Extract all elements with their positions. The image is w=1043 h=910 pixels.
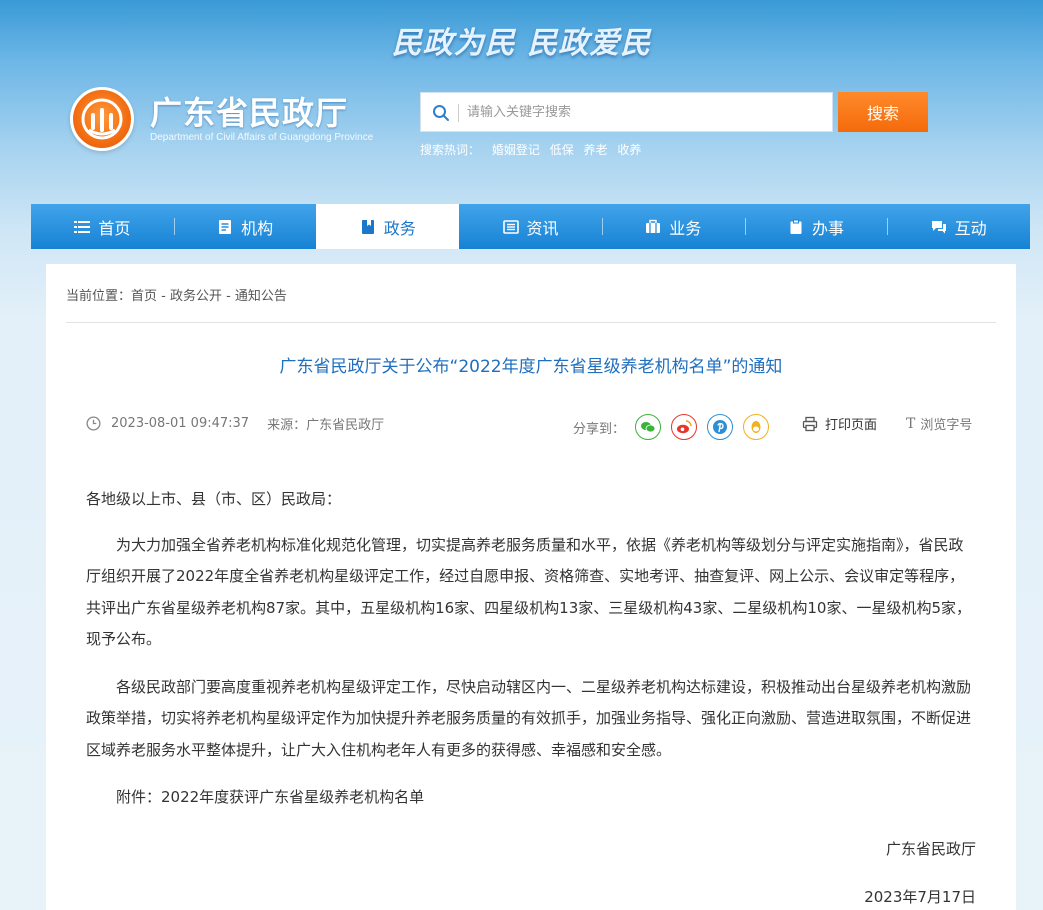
- paragraph: 为大力加强全省养老机构标准化规范化管理，切实提高养老服务质量和水平，依据《养老机…: [86, 535, 971, 649]
- share-label: 分享到：: [573, 421, 626, 437]
- search-icon: [433, 105, 449, 121]
- share-pinterest-button[interactable]: [707, 414, 734, 440]
- divider: [66, 322, 996, 323]
- document-icon: [219, 219, 232, 234]
- signature: 广东省民政厅: [885, 840, 976, 858]
- search-separator: [458, 104, 459, 122]
- breadcrumb[interactable]: 当前位置：首页 - 政务公开 - 通知公告: [66, 285, 287, 304]
- hot-word-adoption[interactable]: 收养: [617, 143, 641, 157]
- article-meta: 2023-08-01 09:47:37 来源：广东省民政厅: [86, 414, 384, 433]
- hot-word-marriage[interactable]: 婚姻登记: [492, 143, 540, 157]
- book-icon: [361, 219, 374, 234]
- share-wechat-button[interactable]: [635, 414, 662, 440]
- pinterest-icon: [713, 420, 728, 434]
- department-logo[interactable]: [70, 87, 134, 151]
- search-box: [420, 92, 833, 132]
- nav-label: 资讯: [526, 218, 559, 238]
- main-nav: 首页 机构 政务 资讯 业务 办事 互动: [31, 204, 1030, 249]
- nav-label: 互动: [954, 218, 987, 238]
- paragraph: 各级民政部门要高度重视养老机构星级评定工作，尽快启动辖区内一、二星级养老机构达标…: [86, 677, 972, 759]
- news-icon: [502, 219, 519, 234]
- article-container: 当前位置：首页 - 政务公开 - 通知公告 广东省民政厅关于公布“2022年度广…: [46, 264, 1016, 910]
- search-input[interactable]: [467, 99, 817, 125]
- hot-word-elderly[interactable]: 养老: [584, 143, 608, 157]
- text-size-icon: T: [906, 415, 916, 432]
- hot-word-dibao[interactable]: 低保: [550, 143, 574, 157]
- attachment-link[interactable]: 附件：2022年度获评广东省星级养老机构名单: [86, 782, 976, 814]
- search-button[interactable]: 搜索: [838, 92, 928, 132]
- qq-icon: [751, 421, 761, 433]
- clock-icon: [86, 416, 101, 431]
- hot-search-label: 搜索热词：: [420, 143, 481, 157]
- nav-label: 首页: [98, 218, 131, 238]
- salutation: 各地级以上市、县（市、区）民政局：: [86, 490, 342, 508]
- nav-item-news[interactable]: 资讯: [459, 204, 602, 249]
- nav-item-organization[interactable]: 机构: [173, 204, 317, 249]
- publish-datetime: 2023-08-01 09:47:37: [111, 416, 250, 431]
- chat-icon: [931, 220, 946, 233]
- issue-date: 2023年7月17日: [864, 888, 976, 906]
- nav-item-home[interactable]: 首页: [31, 204, 174, 249]
- nav-label: 政务: [383, 218, 416, 238]
- site-name[interactable]: 广东省民政厅: [150, 88, 348, 134]
- nav-label: 业务: [669, 218, 702, 238]
- nav-item-services[interactable]: 办事: [744, 204, 888, 249]
- list-icon: [74, 220, 91, 233]
- nav-item-business[interactable]: 业务: [601, 204, 745, 249]
- printer-icon: [802, 416, 818, 431]
- share-qq-button[interactable]: [743, 414, 770, 440]
- article-body: 各地级以上市、县（市、区）民政局： 为大力加强全省养老机构标准化规范化管理，切实…: [86, 484, 976, 830]
- font-size-control[interactable]: T 浏览字号: [906, 414, 973, 434]
- header-slogan: 民政为民 民政爱民: [391, 26, 652, 61]
- clipboard-icon: [790, 219, 802, 234]
- print-label: 打印页面: [825, 418, 878, 433]
- site-name-en: Department of Civil Affairs of Guangdong…: [150, 132, 374, 143]
- nav-label: 机构: [241, 218, 274, 238]
- emblem-icon: [81, 98, 123, 140]
- print-page-button[interactable]: 打印页面: [802, 414, 877, 433]
- share-weibo-button[interactable]: [671, 414, 698, 440]
- article-source: 来源：广东省民政厅: [267, 418, 385, 433]
- article-title: 广东省民政厅关于公布“2022年度广东省星级养老机构名单”的通知: [279, 357, 783, 377]
- briefcase-icon: [646, 219, 661, 233]
- share-bar: 分享到：: [573, 414, 770, 440]
- font-size-label: 浏览字号: [920, 418, 973, 433]
- nav-label: 办事: [811, 218, 844, 238]
- nav-item-interaction[interactable]: 互动: [887, 204, 1030, 249]
- wechat-icon: [641, 422, 656, 433]
- hot-search-words: 搜索热词： 婚姻登记 低保 养老 收养: [420, 141, 647, 158]
- nav-item-government-affairs[interactable]: 政务: [316, 204, 460, 249]
- weibo-icon: [677, 420, 692, 434]
